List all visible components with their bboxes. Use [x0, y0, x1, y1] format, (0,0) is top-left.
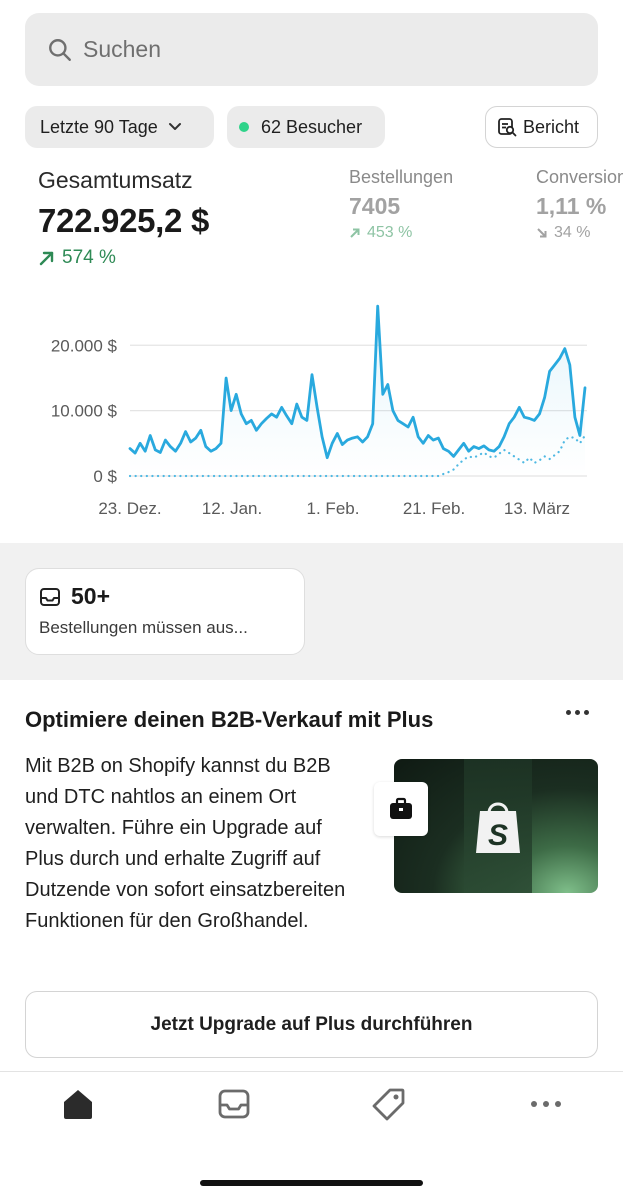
upgrade-plus-button[interactable]: Jetzt Upgrade auf Plus durchführen — [25, 991, 598, 1058]
card-label: Bestellungen müssen aus... — [39, 618, 248, 637]
series-area — [130, 306, 585, 476]
metric-change-value: 453 % — [367, 224, 413, 241]
more-tabs-icon[interactable] — [528, 1092, 564, 1116]
inbox-icon — [40, 587, 60, 606]
y-tick-label: 20.000 $ — [51, 336, 118, 355]
visitors-label: 62 Besucher — [261, 116, 363, 137]
metric-change: 574 % — [38, 247, 209, 269]
metric-title: Conversion — [536, 167, 623, 187]
card-count: 50+ — [71, 583, 111, 609]
arrow-down-right-icon — [537, 228, 547, 238]
report-button[interactable]: Bericht — [485, 106, 598, 148]
metric-conversion[interactable]: Conversion 1,11 % 34 % — [536, 167, 623, 242]
metric-change: 34 % — [536, 224, 623, 242]
promo-title: Optimiere deinen B2B-Verkauf mit Plus — [25, 707, 434, 732]
x-tick-label: 1. Feb. — [307, 499, 360, 518]
date-range-select[interactable]: Letzte 90 Tage — [25, 106, 214, 148]
tag-icon[interactable] — [371, 1086, 407, 1122]
y-tick-label: 10.000 $ — [51, 402, 118, 421]
metric-value: 7405 — [349, 193, 401, 219]
more-icon[interactable] — [566, 710, 589, 715]
x-tick-label: 13. März — [504, 499, 570, 518]
home-indicator — [200, 1180, 423, 1186]
search-input[interactable]: Suchen — [25, 13, 598, 86]
metric-title: Bestellungen — [349, 167, 454, 187]
metric-value: 722.925,2 $ — [38, 202, 210, 239]
x-tick-label: 23. Dez. — [98, 499, 161, 518]
sales-line-chart[interactable]: 20.000 $ 10.000 $ 0 $ 23. Dez. 12. Jan. 1. Fe… — [0, 290, 623, 530]
report-icon — [498, 118, 517, 137]
search-icon — [49, 38, 71, 61]
x-tick-label: 21. Feb. — [403, 499, 465, 518]
home-icon[interactable] — [60, 1086, 96, 1122]
metric-total-sales[interactable]: Gesamtumsatz 722.925,2 $ 574 % — [38, 167, 209, 269]
shopify-bag-icon: S — [476, 802, 520, 853]
briefcase-icon — [374, 782, 428, 836]
svg-text:S: S — [488, 819, 508, 852]
orders-icon[interactable] — [216, 1086, 252, 1122]
metric-orders[interactable]: Bestellungen 7405 453 % — [349, 167, 453, 242]
metric-change-value: 574 % — [62, 247, 116, 268]
live-status-dot — [239, 122, 249, 132]
metric-value: 1,11 % — [536, 193, 607, 219]
chevron-down-icon — [168, 123, 181, 130]
arrow-up-right-icon — [350, 228, 360, 238]
orders-to-fulfill-card[interactable]: 50+ Bestellungen müssen aus... — [25, 568, 305, 655]
metric-change-value: 34 % — [554, 224, 591, 241]
y-tick-label: 0 $ — [93, 467, 117, 486]
report-label: Bericht — [523, 116, 580, 137]
metric-change: 453 % — [349, 224, 453, 242]
date-range-label: Letzte 90 Tage — [40, 116, 158, 137]
promo-body: Mit B2B on Shopify kannst du B2B und DTC… — [25, 755, 346, 932]
live-visitors-chip[interactable]: 62 Besucher — [227, 106, 385, 148]
metric-title: Gesamtumsatz — [38, 167, 193, 193]
x-tick-label: 12. Jan. — [202, 499, 263, 518]
search-placeholder: Suchen — [83, 36, 162, 62]
arrow-up-right-icon — [39, 251, 54, 266]
